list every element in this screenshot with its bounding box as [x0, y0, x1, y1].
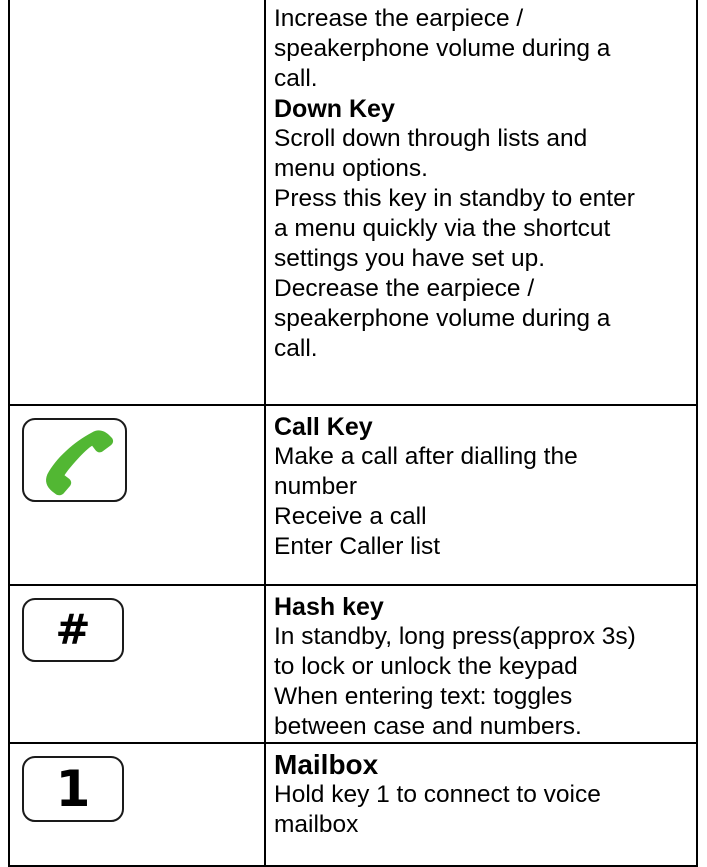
description-cell: Call Key Make a call after dialling the … [264, 404, 698, 586]
description-line: to lock or unlock the keypad [274, 653, 578, 680]
description-line: a menu quickly via the shortcut [274, 215, 611, 242]
icon-cell [8, 404, 266, 586]
key-title-hash-key: Hash key [274, 593, 384, 621]
handset-shape [46, 430, 114, 496]
table-row-hash-key: # Hash key In standby, long press(approx… [8, 584, 698, 744]
hash-key-icon: # [22, 598, 124, 662]
table-row-mailbox: 1 Mailbox Hold key 1 to connect to voice… [8, 742, 698, 867]
description-line: Increase the earpiece / [274, 5, 524, 32]
description-line: menu options. [274, 155, 428, 182]
number-one-key-icon: 1 [22, 756, 124, 822]
description-line: Hold key 1 to connect to voice [274, 781, 601, 808]
phone-handset-graphic [46, 430, 114, 496]
table-row-call-key: Call Key Make a call after dialling the … [8, 404, 698, 586]
number-one-glyph: 1 [55, 760, 91, 818]
key-title-mailbox: Mailbox [274, 749, 379, 780]
table-row-down-key: Increase the earpiece / speakerphone vol… [8, 0, 698, 406]
key-title-down-key: Down Key [274, 95, 395, 123]
phone-handset-icon [22, 418, 127, 502]
description-cell: Mailbox Hold key 1 to connect to voice m… [264, 742, 698, 867]
icon-cell: # [8, 584, 266, 744]
description-line: between case and numbers. [274, 713, 582, 740]
description-line: Decrease the earpiece / [274, 275, 535, 302]
icon-cell: 1 [8, 742, 266, 867]
key-title-call-key: Call Key [274, 413, 373, 441]
description-cell: Increase the earpiece / speakerphone vol… [264, 0, 698, 406]
description-line: call. [274, 65, 318, 92]
description-line: number [274, 473, 358, 500]
key-description-table: Increase the earpiece / speakerphone vol… [8, 0, 698, 867]
description-line: In standby, long press(approx 3s) [274, 623, 636, 650]
description-line: speakerphone volume during a [274, 35, 611, 62]
hash-glyph: # [55, 605, 91, 654]
description-line: call. [274, 335, 318, 362]
description-line: Scroll down through lists and [274, 125, 588, 152]
description-line: mailbox [274, 811, 359, 838]
icon-cell-empty [8, 0, 266, 406]
description-line: settings you have set up. [274, 245, 546, 272]
description-line: Enter Caller list [274, 533, 441, 560]
description-line: Receive a call [274, 503, 427, 530]
description-line: Press this key in standby to enter [274, 185, 635, 212]
description-line: speakerphone volume during a [274, 305, 611, 332]
description-cell: Hash key In standby, long press(approx 3… [264, 584, 698, 744]
description-line: When entering text: toggles [274, 683, 573, 710]
description-line: Make a call after dialling the [274, 443, 578, 470]
